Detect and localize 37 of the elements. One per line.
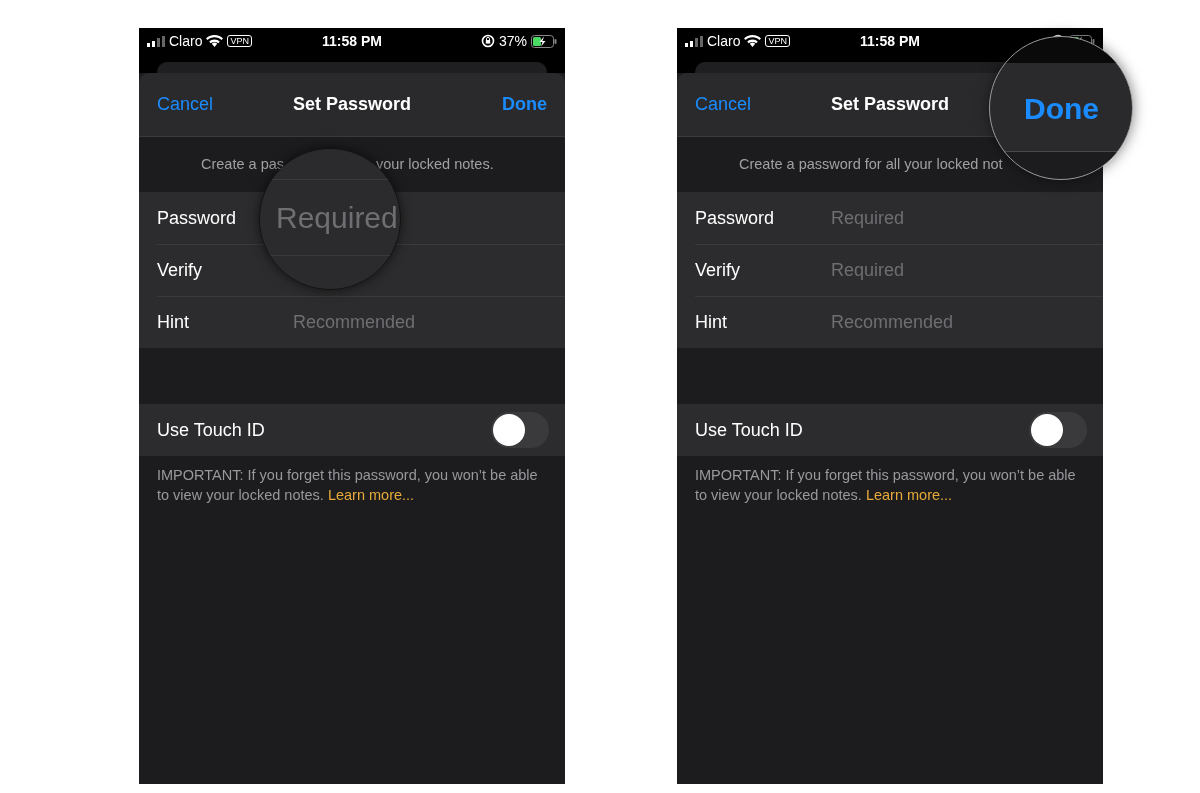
field-label: Hint xyxy=(157,311,190,334)
carrier-name: Claro xyxy=(169,33,203,49)
touch-id-switch[interactable] xyxy=(1029,412,1087,448)
learn-more-link[interactable]: Learn more... xyxy=(865,487,953,503)
vpn-badge: VPN xyxy=(765,35,790,47)
magnified-done-button[interactable]: Done xyxy=(1024,91,1099,127)
input-field[interactable]: Required xyxy=(276,199,400,237)
sheet-title: Set Password xyxy=(831,93,949,116)
field-label: Verify xyxy=(157,259,204,282)
sheet-title: Set Password xyxy=(293,93,411,116)
touch-id-switch[interactable] xyxy=(491,412,549,448)
field-label: Hint xyxy=(695,311,728,334)
signal-icon xyxy=(147,35,165,47)
wifi-icon xyxy=(744,35,762,47)
toggle-label: Use Touch ID xyxy=(157,418,265,442)
learn-more-link[interactable]: Learn more... xyxy=(327,487,415,503)
description-text: Create a pas xyxy=(201,154,285,174)
field-label: Verify xyxy=(695,259,742,282)
vpn-badge: VPN xyxy=(227,35,252,47)
input-field[interactable]: Required xyxy=(831,203,1103,233)
field-label: Password xyxy=(695,206,776,230)
warning-text: IMPORTANT: If you forget this password, you won’t be able to view your locked notes. Learn more... xyxy=(157,466,539,505)
cancel-button[interactable]: Cancel xyxy=(157,91,214,118)
status-time: 11:58 PM xyxy=(322,33,382,49)
description-text: Create a password for all your locked not xyxy=(739,154,1003,174)
cancel-button[interactable]: Cancel xyxy=(695,91,752,118)
done-button[interactable]: Done xyxy=(502,91,547,118)
status-time: 11:58 PM xyxy=(860,33,920,49)
input-field[interactable]: Required xyxy=(831,255,1103,286)
toggle-label: Use Touch ID xyxy=(695,418,803,442)
warning-text: IMPORTANT: If you forget this password, you won’t be able to view your locked notes. Learn more... xyxy=(695,466,1077,505)
input-field[interactable]: Recommended xyxy=(831,307,1103,338)
carrier-name: Claro xyxy=(707,33,741,49)
signal-icon xyxy=(685,35,703,47)
wifi-icon xyxy=(206,35,224,47)
input-field[interactable]: Recommended xyxy=(293,307,565,338)
battery-percent: 37% xyxy=(498,33,527,49)
